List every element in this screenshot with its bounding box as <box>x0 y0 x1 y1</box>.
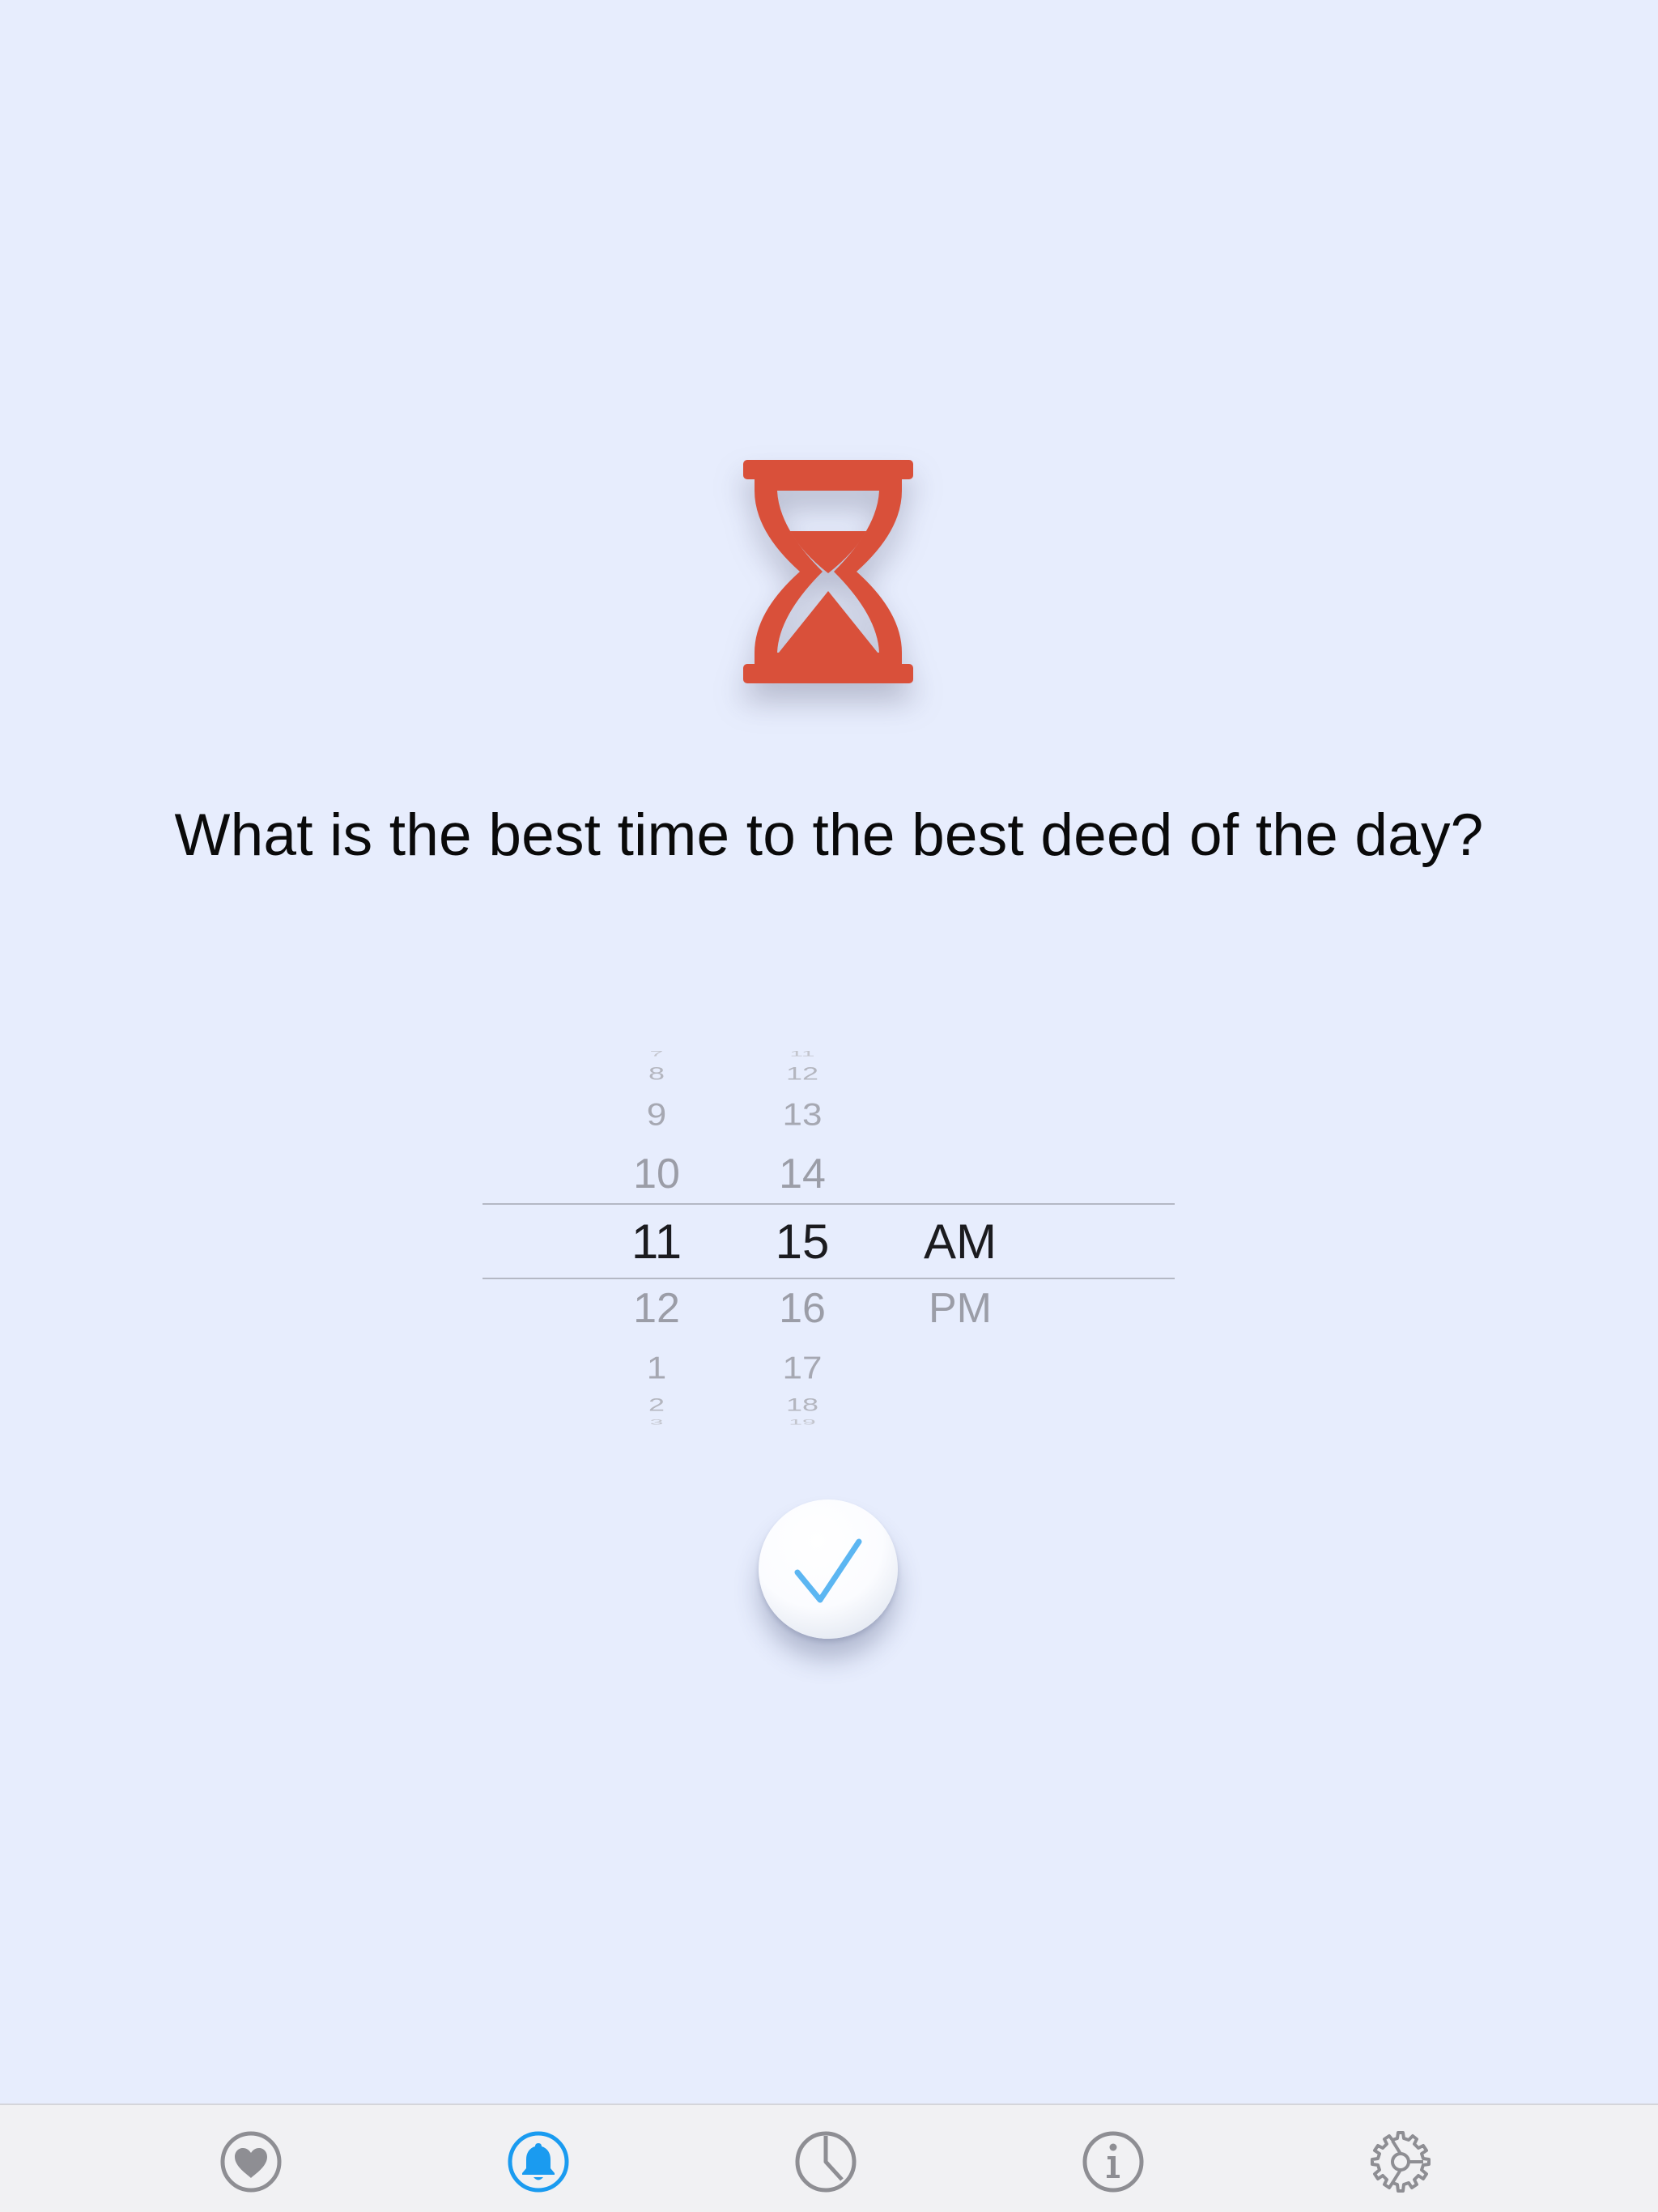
tab-favorites[interactable] <box>219 2129 283 2194</box>
bell-icon <box>508 2131 569 2193</box>
period-wheel[interactable]: AM PM <box>891 1044 1029 1433</box>
heart-icon <box>220 2131 282 2193</box>
hour-option[interactable]: 8 <box>596 1065 717 1083</box>
screen: What is the best time to the best deed o… <box>0 0 1658 2212</box>
checkmark-icon <box>794 1538 862 1603</box>
time-picker[interactable]: 7 8 9 10 11 12 1 2 3 11 12 13 14 15 16 1… <box>483 1044 1175 1433</box>
minute-option[interactable]: 13 <box>742 1099 863 1131</box>
question-heading: What is the best time to the best deed o… <box>174 802 1484 868</box>
clock-icon <box>795 2131 857 2193</box>
minute-option[interactable]: 18 <box>742 1396 863 1414</box>
period-selected[interactable]: AM <box>891 1218 1029 1266</box>
minute-option[interactable]: 19 <box>742 1419 863 1427</box>
hour-option[interactable]: 7 <box>596 1050 717 1058</box>
minute-option[interactable]: 14 <box>742 1153 863 1195</box>
tab-info[interactable] <box>1081 2129 1146 2194</box>
info-icon <box>1082 2131 1144 2193</box>
gear-icon <box>1371 2131 1431 2193</box>
tab-reminders[interactable] <box>506 2129 571 2194</box>
minute-option[interactable]: 11 <box>742 1050 863 1058</box>
hour-selected[interactable]: 11 <box>596 1218 717 1266</box>
hour-option[interactable]: 3 <box>596 1419 717 1427</box>
minute-option[interactable]: 17 <box>742 1352 863 1385</box>
minute-selected[interactable]: 15 <box>742 1218 863 1266</box>
minute-option[interactable]: 16 <box>742 1287 863 1329</box>
hour-option[interactable]: 12 <box>596 1287 717 1329</box>
hour-option[interactable]: 10 <box>596 1153 717 1195</box>
hour-option[interactable]: 9 <box>596 1099 717 1131</box>
hour-option[interactable]: 2 <box>596 1396 717 1414</box>
tab-settings[interactable] <box>1368 2129 1433 2194</box>
tab-bar <box>0 2104 1658 2212</box>
hourglass-icon <box>743 460 913 683</box>
minute-wheel[interactable]: 11 12 13 14 15 16 17 18 19 <box>742 1044 863 1433</box>
hour-wheel[interactable]: 7 8 9 10 11 12 1 2 3 <box>596 1044 717 1433</box>
period-option[interactable]: PM <box>891 1287 1029 1329</box>
minute-option[interactable]: 12 <box>742 1065 863 1083</box>
hour-option[interactable]: 1 <box>596 1352 717 1385</box>
tab-statistics[interactable] <box>793 2129 858 2194</box>
confirm-button[interactable] <box>759 1499 898 1639</box>
